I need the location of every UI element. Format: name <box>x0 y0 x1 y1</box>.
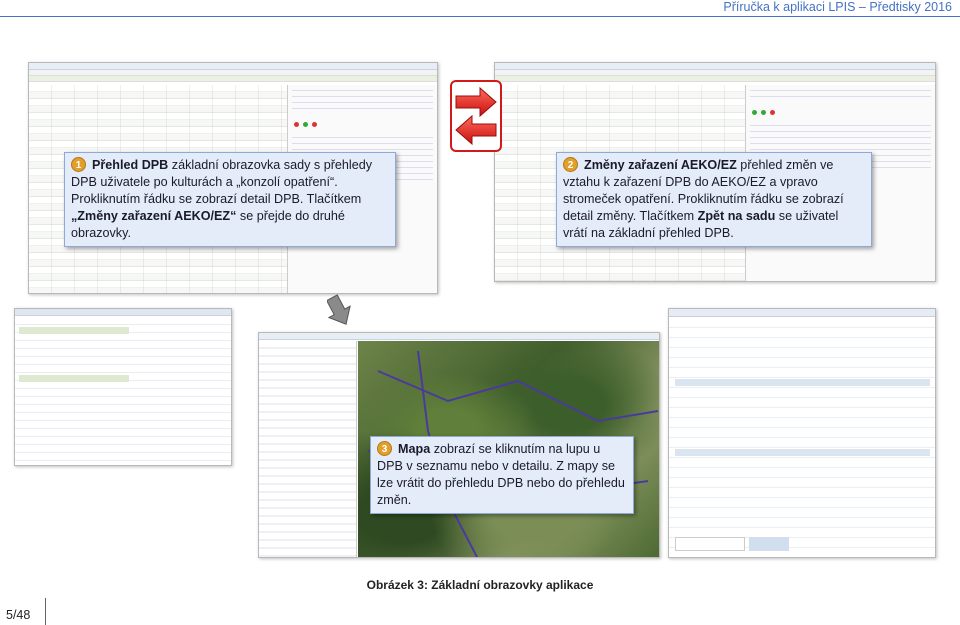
callout-mapa: 3 Mapa zobrazí se kliknutím na lupu u DPB… <box>370 436 634 514</box>
callout-number-badge: 1 <box>71 157 86 172</box>
screenshot-detail-zmeny <box>668 308 936 558</box>
header-rule <box>0 16 960 17</box>
callout-prehled-dpb: 1 Přehled DPB základní obrazovka sady s p… <box>64 152 396 247</box>
callout-button-name: „Změny zařazení AEKO/EZ“ <box>71 209 237 223</box>
callout-number-badge: 3 <box>377 441 392 456</box>
callout-title: Změny zařazení AEKO/EZ <box>584 158 737 172</box>
callout-number-badge: 2 <box>563 157 578 172</box>
callout-zmeny-zarazeni: 2 Změny zařazení AEKO/EZ přehled změn ve … <box>556 152 872 247</box>
page-number-rule <box>45 598 46 625</box>
callout-title: Přehled DPB <box>92 158 169 172</box>
screenshot-detail-dpb <box>14 308 232 466</box>
switch-arrows-box <box>450 80 502 152</box>
page-header-title: Příručka k aplikaci LPIS – Předtisky 201… <box>723 0 952 14</box>
figure-caption: Obrázek 3: Základní obrazovky aplikace <box>366 578 594 592</box>
callout-button-name: Zpět na sadu <box>697 209 776 223</box>
arrow-down-icon <box>327 294 351 325</box>
callout-title: Mapa <box>398 442 431 456</box>
arrow-right-icon <box>455 86 497 146</box>
page-number: 5/48 <box>6 608 31 622</box>
